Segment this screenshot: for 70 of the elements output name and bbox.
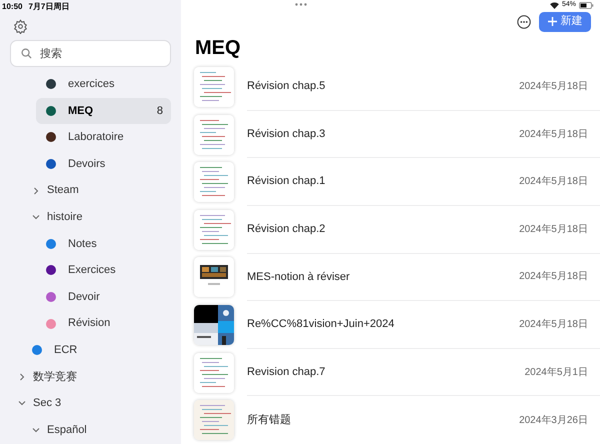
chevron-right-icon[interactable] (32, 186, 40, 195)
note-row[interactable]: Révision chap.5 2024年5月18日 (194, 63, 600, 111)
note-row[interactable]: 所有错题 2024年3月26日 (194, 396, 600, 444)
notebook-item[interactable]: Devoir (36, 284, 171, 310)
notebook-item[interactable]: exercices (36, 71, 171, 98)
notebook-title: MEQ (194, 36, 242, 62)
notebook-item[interactable]: Révision (36, 310, 171, 337)
chevron-right-icon[interactable] (18, 372, 26, 381)
note-date: 2024年3月26日 (519, 414, 588, 428)
note-title: Re%CC%81vision+Juin+2024 (247, 317, 394, 332)
settings-icon[interactable] (13, 18, 28, 34)
chevron-down-icon[interactable] (32, 213, 40, 222)
item-label: Exercices (68, 263, 116, 278)
note-row[interactable]: Révision chap.3 2024年5月18日 (194, 110, 600, 158)
more-icon[interactable] (517, 14, 531, 28)
note-title: Révision chap.2 (247, 222, 326, 238)
folder-item[interactable]: Sec 3 (8, 390, 171, 417)
note-date: 2024年5月18日 (519, 128, 588, 142)
item-label: Devoir (68, 290, 100, 305)
notebook-item[interactable]: MEQ 8 (36, 98, 171, 124)
notebook-item[interactable]: Laboratoire (36, 124, 171, 151)
notebook-item[interactable]: Exercices (36, 257, 171, 284)
wifi-icon (550, 2, 559, 9)
notebook-item[interactable]: Notes (36, 230, 171, 258)
notebook-item[interactable]: ECR (22, 336, 171, 364)
multitask-dots-icon[interactable] (295, 3, 307, 6)
folder-item[interactable]: Español (22, 416, 171, 444)
note-row[interactable]: Revision chap.7 2024年5月1日 (194, 348, 600, 396)
item-label: Sec 3 (33, 396, 62, 412)
folder-item[interactable]: 数学竞赛 (8, 364, 171, 390)
note-title: 所有错题 (247, 412, 291, 428)
note-title: Révision chap.3 (247, 126, 326, 142)
note-date: 2024年5月1日 (524, 366, 588, 380)
folder-item[interactable]: histoire (22, 204, 171, 231)
item-label: Devoirs (68, 156, 106, 172)
item-label: Español (47, 422, 87, 438)
plus-icon (548, 17, 556, 26)
item-label: 数学竞赛 (33, 370, 77, 385)
note-title: MES-notion à réviser (247, 270, 350, 285)
new-button[interactable]: 新建 (539, 12, 591, 32)
note-date: 2024年5月18日 (519, 270, 588, 284)
note-date: 2024年5月18日 (519, 318, 588, 332)
item-label: exercices (68, 77, 114, 92)
status-time: 10:50 (2, 1, 22, 13)
note-title: Révision chap.5 (247, 79, 326, 94)
note-date: 2024年5月18日 (519, 80, 588, 94)
item-label: Steam (47, 183, 79, 198)
search-icon (21, 48, 32, 59)
note-row[interactable]: Révision chap.2 2024年5月18日 (194, 206, 600, 254)
chevron-down-icon[interactable] (18, 399, 26, 408)
note-row[interactable]: Révision chap.1 2024年5月18日 (194, 158, 600, 206)
battery-icon (579, 2, 594, 9)
note-row[interactable]: Re%CC%81vision+Juin+2024 2024年5月18日 (194, 301, 600, 349)
status-date: 7月7日周日 (28, 1, 70, 13)
item-label: ECR (54, 342, 78, 358)
item-label: MEQ (68, 104, 94, 119)
folder-item[interactable]: Steam (22, 177, 171, 204)
item-label: Laboratoire (68, 130, 124, 146)
item-label: histoire (47, 210, 82, 226)
note-count: 8 (156, 104, 163, 119)
note-row[interactable]: MES-notion à réviser 2024年5月18日 (194, 254, 600, 302)
item-label: Notes (68, 236, 97, 252)
notebook-item[interactable]: Devoirs (36, 150, 171, 178)
search-field[interactable]: 搜索 (10, 40, 171, 67)
item-label: Révision (68, 316, 110, 332)
note-date: 2024年5月18日 (519, 222, 588, 237)
note-date: 2024年5月18日 (519, 175, 588, 190)
note-title: Révision chap.1 (247, 174, 326, 190)
note-title: Revision chap.7 (247, 364, 326, 380)
chevron-down-icon[interactable] (32, 426, 40, 434)
